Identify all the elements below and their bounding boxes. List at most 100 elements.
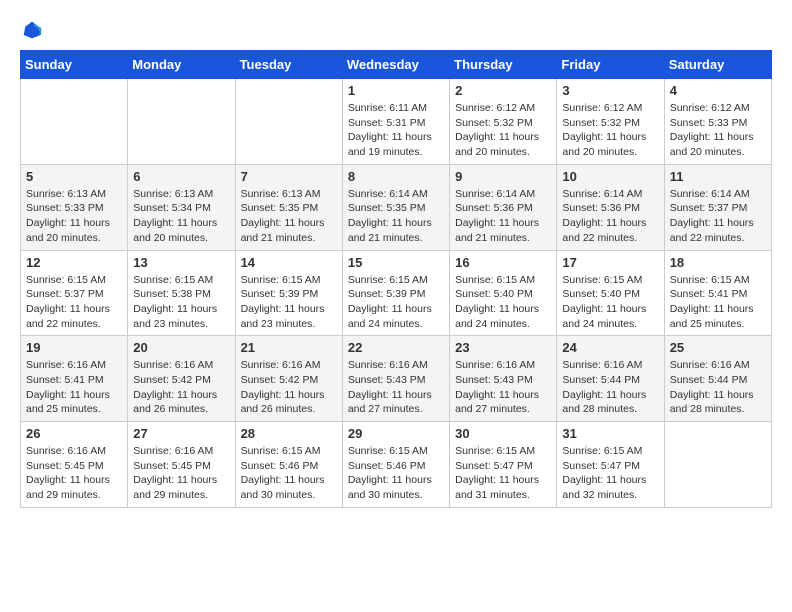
- calendar-cell: 29 Sunrise: 6:15 AM Sunset: 5:46 PM Dayli…: [342, 422, 449, 508]
- day-number: 31: [562, 426, 658, 441]
- day-number: 2: [455, 83, 551, 98]
- calendar-cell: 23 Sunrise: 6:16 AM Sunset: 5:43 PM Dayli…: [450, 336, 557, 422]
- cell-info: Sunrise: 6:16 AM Sunset: 5:42 PM Dayligh…: [241, 358, 337, 417]
- day-number: 6: [133, 169, 229, 184]
- day-number: 25: [670, 340, 766, 355]
- calendar-cell: [21, 79, 128, 165]
- cell-info: Sunrise: 6:13 AM Sunset: 5:33 PM Dayligh…: [26, 187, 122, 246]
- day-number: 28: [241, 426, 337, 441]
- cell-info: Sunrise: 6:16 AM Sunset: 5:43 PM Dayligh…: [348, 358, 444, 417]
- day-number: 11: [670, 169, 766, 184]
- weekday-header-friday: Friday: [557, 51, 664, 79]
- calendar-cell: 20 Sunrise: 6:16 AM Sunset: 5:42 PM Dayli…: [128, 336, 235, 422]
- day-number: 3: [562, 83, 658, 98]
- calendar-cell: 15Sunrise: 6:15 AM Sunset: 5:39 PM Dayli…: [342, 250, 449, 336]
- calendar-cell: 1 Sunrise: 6:11 AM Sunset: 5:31 PM Daylig…: [342, 79, 449, 165]
- calendar-week-3: 12 Sunrise: 6:15 AM Sunset: 5:37 PM Dayli…: [21, 250, 772, 336]
- cell-info: Sunrise: 6:16 AM Sunset: 5:44 PM Dayligh…: [670, 358, 766, 417]
- calendar-cell: 2 Sunrise: 6:12 AM Sunset: 5:32 PM Daylig…: [450, 79, 557, 165]
- cell-info: Sunrise: 6:12 AM Sunset: 5:33 PM Dayligh…: [670, 101, 766, 160]
- day-number: 15: [348, 255, 444, 270]
- day-number: 8: [348, 169, 444, 184]
- calendar-cell: 8 Sunrise: 6:14 AM Sunset: 5:35 PM Daylig…: [342, 164, 449, 250]
- calendar-cell: 11 Sunrise: 6:14 AM Sunset: 5:37 PM Dayli…: [664, 164, 771, 250]
- day-number: 16: [455, 255, 551, 270]
- calendar-header: SundayMondayTuesdayWednesdayThursdayFrid…: [21, 51, 772, 79]
- weekday-header-sunday: Sunday: [21, 51, 128, 79]
- day-number: 14: [241, 255, 337, 270]
- day-number: 19: [26, 340, 122, 355]
- cell-info: Sunrise: 6:16 AM Sunset: 5:45 PM Dayligh…: [133, 444, 229, 503]
- calendar-week-2: 5 Sunrise: 6:13 AM Sunset: 5:33 PM Daylig…: [21, 164, 772, 250]
- day-number: 23: [455, 340, 551, 355]
- cell-info: Sunrise: 6:15 AM Sunset: 5:41 PM Dayligh…: [670, 273, 766, 332]
- day-number: 4: [670, 83, 766, 98]
- calendar-cell: 31 Sunrise: 6:15 AM Sunset: 5:47 PM Dayli…: [557, 422, 664, 508]
- day-number: 13: [133, 255, 229, 270]
- day-number: 29: [348, 426, 444, 441]
- calendar-cell: 16 Sunrise: 6:15 AM Sunset: 5:40 PM Dayli…: [450, 250, 557, 336]
- calendar-cell: 13 Sunrise: 6:15 AM Sunset: 5:38 PM Dayli…: [128, 250, 235, 336]
- day-number: 24: [562, 340, 658, 355]
- calendar-cell: 18 Sunrise: 6:15 AM Sunset: 5:41 PM Dayli…: [664, 250, 771, 336]
- cell-info: Sunrise: 6:16 AM Sunset: 5:43 PM Dayligh…: [455, 358, 551, 417]
- calendar-cell: [664, 422, 771, 508]
- cell-info: Sunrise: 6:14 AM Sunset: 5:35 PM Dayligh…: [348, 187, 444, 246]
- cell-info: Sunrise: 6:13 AM Sunset: 5:34 PM Dayligh…: [133, 187, 229, 246]
- calendar-cell: 22 Sunrise: 6:16 AM Sunset: 5:43 PM Dayli…: [342, 336, 449, 422]
- day-number: 1: [348, 83, 444, 98]
- cell-info: Sunrise: 6:11 AM Sunset: 5:31 PM Dayligh…: [348, 101, 444, 160]
- weekday-header-wednesday: Wednesday: [342, 51, 449, 79]
- calendar-cell: 24 Sunrise: 6:16 AM Sunset: 5:44 PM Dayli…: [557, 336, 664, 422]
- day-number: 21: [241, 340, 337, 355]
- calendar-cell: 17 Sunrise: 6:15 AM Sunset: 5:40 PM Dayli…: [557, 250, 664, 336]
- cell-info: Sunrise: 6:16 AM Sunset: 5:44 PM Dayligh…: [562, 358, 658, 417]
- cell-info: Sunrise: 6:12 AM Sunset: 5:32 PM Dayligh…: [455, 101, 551, 160]
- calendar-cell: 10 Sunrise: 6:14 AM Sunset: 5:36 PM Dayli…: [557, 164, 664, 250]
- calendar-cell: 14Sunrise: 6:15 AM Sunset: 5:39 PM Dayli…: [235, 250, 342, 336]
- calendar-cell: 6 Sunrise: 6:13 AM Sunset: 5:34 PM Daylig…: [128, 164, 235, 250]
- cell-info: Sunrise: 6:15 AM Sunset: 5:38 PM Dayligh…: [133, 273, 229, 332]
- cell-info: Sunrise: 6:16 AM Sunset: 5:45 PM Dayligh…: [26, 444, 122, 503]
- calendar-cell: 9Sunrise: 6:14 AM Sunset: 5:36 PM Daylig…: [450, 164, 557, 250]
- cell-info: Sunrise: 6:16 AM Sunset: 5:41 PM Dayligh…: [26, 358, 122, 417]
- calendar-cell: [128, 79, 235, 165]
- cell-info: Sunrise: 6:13 AM Sunset: 5:35 PM Dayligh…: [241, 187, 337, 246]
- calendar-cell: 5 Sunrise: 6:13 AM Sunset: 5:33 PM Daylig…: [21, 164, 128, 250]
- day-number: 9: [455, 169, 551, 184]
- weekday-header-thursday: Thursday: [450, 51, 557, 79]
- calendar-week-4: 19 Sunrise: 6:16 AM Sunset: 5:41 PM Dayli…: [21, 336, 772, 422]
- logo: [20, 20, 42, 40]
- cell-info: Sunrise: 6:14 AM Sunset: 5:37 PM Dayligh…: [670, 187, 766, 246]
- calendar-cell: 12 Sunrise: 6:15 AM Sunset: 5:37 PM Dayli…: [21, 250, 128, 336]
- day-number: 7: [241, 169, 337, 184]
- day-number: 17: [562, 255, 658, 270]
- weekday-header-tuesday: Tuesday: [235, 51, 342, 79]
- day-number: 12: [26, 255, 122, 270]
- day-number: 18: [670, 255, 766, 270]
- cell-info: Sunrise: 6:15 AM Sunset: 5:47 PM Dayligh…: [562, 444, 658, 503]
- calendar-cell: [235, 79, 342, 165]
- cell-info: Sunrise: 6:15 AM Sunset: 5:47 PM Dayligh…: [455, 444, 551, 503]
- cell-info: Sunrise: 6:15 AM Sunset: 5:40 PM Dayligh…: [455, 273, 551, 332]
- day-number: 10: [562, 169, 658, 184]
- day-number: 30: [455, 426, 551, 441]
- day-number: 20: [133, 340, 229, 355]
- cell-info: Sunrise: 6:14 AM Sunset: 5:36 PM Dayligh…: [562, 187, 658, 246]
- calendar-cell: 4 Sunrise: 6:12 AM Sunset: 5:33 PM Daylig…: [664, 79, 771, 165]
- cell-info: Sunrise: 6:16 AM Sunset: 5:42 PM Dayligh…: [133, 358, 229, 417]
- calendar-cell: 19 Sunrise: 6:16 AM Sunset: 5:41 PM Dayli…: [21, 336, 128, 422]
- cell-info: Sunrise: 6:15 AM Sunset: 5:46 PM Dayligh…: [241, 444, 337, 503]
- calendar-cell: 25 Sunrise: 6:16 AM Sunset: 5:44 PM Dayli…: [664, 336, 771, 422]
- day-number: 22: [348, 340, 444, 355]
- calendar-cell: 30 Sunrise: 6:15 AM Sunset: 5:47 PM Dayli…: [450, 422, 557, 508]
- day-number: 27: [133, 426, 229, 441]
- calendar-cell: 26 Sunrise: 6:16 AM Sunset: 5:45 PM Dayli…: [21, 422, 128, 508]
- page-header: [20, 20, 772, 40]
- calendar-table: SundayMondayTuesdayWednesdayThursdayFrid…: [20, 50, 772, 508]
- day-number: 5: [26, 169, 122, 184]
- cell-info: Sunrise: 6:15 AM Sunset: 5:46 PM Dayligh…: [348, 444, 444, 503]
- day-number: 26: [26, 426, 122, 441]
- cell-info: Sunrise: 6:15 AM Sunset: 5:37 PM Dayligh…: [26, 273, 122, 332]
- cell-info: Sunrise: 6:15 AM Sunset: 5:40 PM Dayligh…: [562, 273, 658, 332]
